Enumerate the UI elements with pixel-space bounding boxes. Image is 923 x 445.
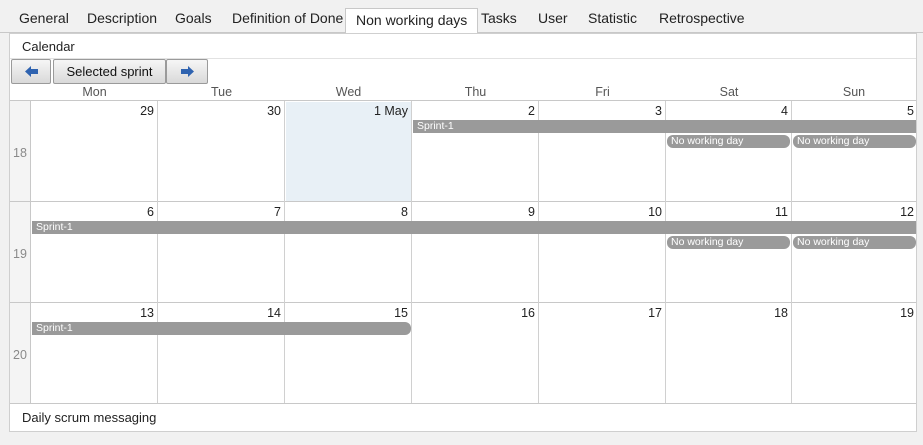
grid-line [157,101,158,403]
day-number[interactable]: 5 [874,104,914,118]
panel-title: Calendar [22,39,75,54]
day-number[interactable]: 9 [495,205,535,219]
tab-goals[interactable]: Goals [175,10,212,26]
day-header-sat: Sat [719,85,739,99]
arrow-right-icon [180,66,194,77]
tab-bar: General Description Goals Definition of … [0,0,923,34]
tab-user[interactable]: User [538,10,568,26]
tab-description[interactable]: Description [87,10,157,26]
day-number[interactable]: 7 [241,205,281,219]
tab-tasks[interactable]: Tasks [481,10,517,26]
week-number: 19 [13,247,27,261]
grid-line [791,101,792,403]
day-header-thu: Thu [464,85,487,99]
day-number[interactable]: 11 [748,205,788,219]
sprint-event[interactable]: Sprint-1 [32,221,916,234]
previous-sprint-button[interactable] [11,59,51,84]
sprint-event[interactable]: Sprint-1 [413,120,916,133]
tab-general[interactable]: General [19,10,69,26]
day-number[interactable]: 17 [622,306,662,320]
tab-retrospective[interactable]: Retrospective [659,10,745,26]
day-number[interactable]: 10 [622,205,662,219]
grid-line [10,302,916,303]
week-number: 18 [13,146,27,160]
day-number[interactable]: 29 [114,104,154,118]
calendar-grid: Mon Tue Wed Thu Fri Sat Sun 18 19 20 29 … [10,84,916,404]
daily-scrum-messaging-header[interactable]: Daily scrum messaging [22,410,156,425]
grid-line [10,201,916,202]
day-number[interactable]: 12 [874,205,914,219]
grid-line [10,100,916,101]
tab-definition-of-done[interactable]: Definition of Done [232,10,343,26]
day-number[interactable]: 3 [622,104,662,118]
grid-line [538,101,539,403]
calendar-panel: Calendar Selected sprint Mon Tue Wed Thu… [9,33,917,432]
footer-divider [10,403,916,404]
day-number[interactable]: 14 [241,306,281,320]
grid-line [284,101,285,403]
day-number[interactable]: 6 [114,205,154,219]
next-sprint-button[interactable] [166,59,208,84]
day-number[interactable]: 1 May [368,104,408,118]
day-number[interactable]: 15 [368,306,408,320]
non-working-day-event[interactable]: No working day [793,135,916,148]
day-header-tue: Tue [210,85,233,99]
non-working-day-event[interactable]: No working day [793,236,916,249]
day-header-fri: Fri [595,85,610,99]
grid-line [665,101,666,403]
tab-non-working-days[interactable]: Non working days [345,8,479,34]
non-working-day-event[interactable]: No working day [667,236,790,249]
day-header-sun: Sun [842,85,866,99]
selected-sprint-button[interactable]: Selected sprint [53,59,166,84]
week-number: 20 [13,348,27,362]
tab-statistic[interactable]: Statistic [588,10,637,26]
day-number[interactable]: 16 [495,306,535,320]
day-number[interactable]: 18 [748,306,788,320]
grid-line [411,101,412,403]
sprint-event[interactable]: Sprint-1 [32,322,411,335]
non-working-day-event[interactable]: No working day [667,135,790,148]
day-number[interactable]: 13 [114,306,154,320]
day-number[interactable]: 2 [495,104,535,118]
day-number[interactable]: 8 [368,205,408,219]
day-number[interactable]: 4 [748,104,788,118]
day-number[interactable]: 30 [241,104,281,118]
day-header-mon: Mon [82,85,107,99]
day-header-wed: Wed [335,85,362,99]
day-number[interactable]: 19 [874,306,914,320]
arrow-left-icon [24,66,38,77]
